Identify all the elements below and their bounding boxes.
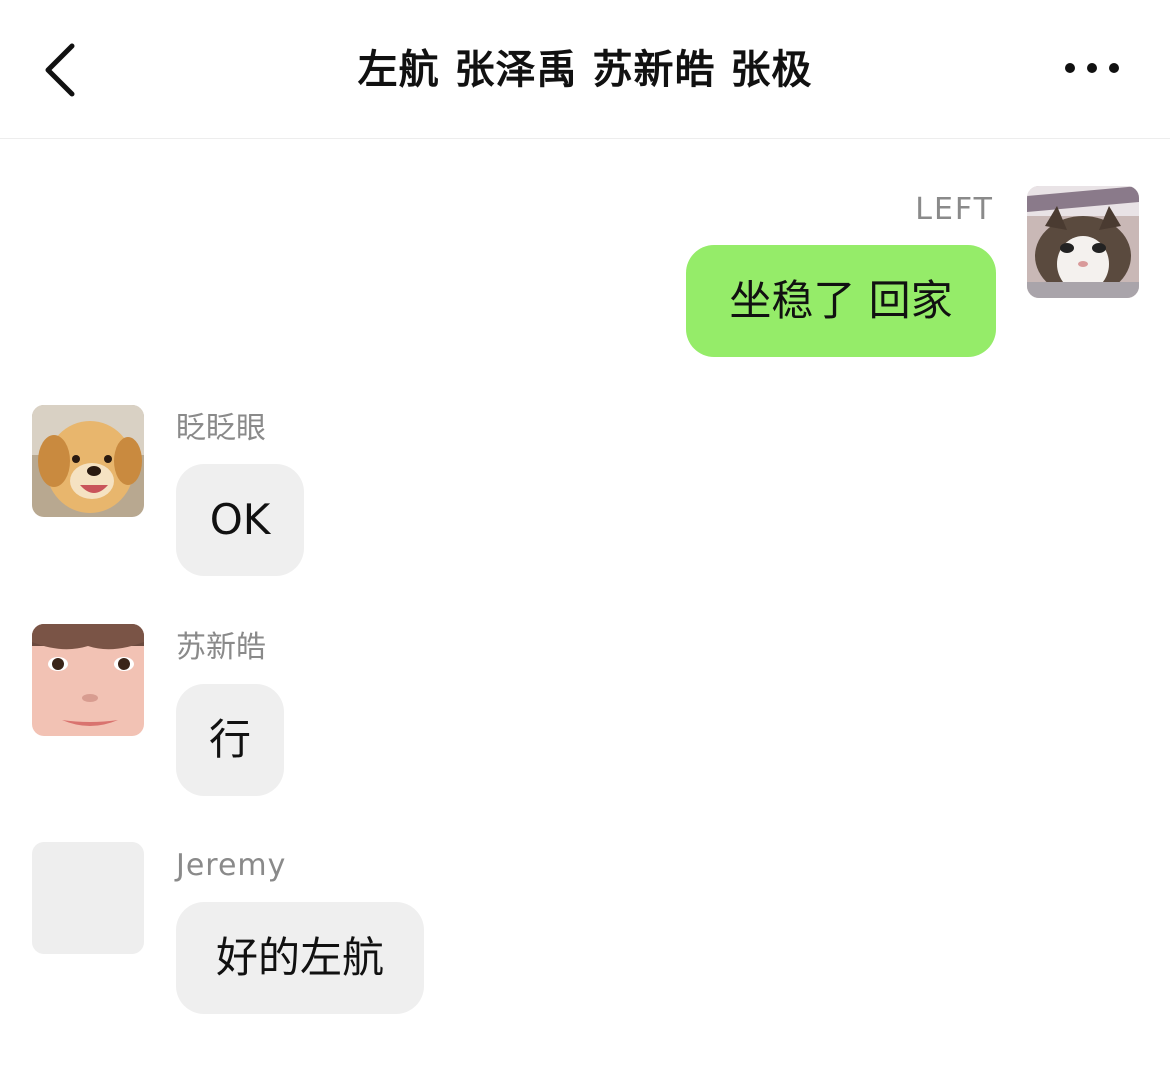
message-bubble-incoming[interactable]: 行 — [176, 684, 284, 796]
sender-name: Jeremy — [176, 848, 287, 883]
more-options-button[interactable] — [1056, 52, 1132, 84]
chat-screen: 左航 张泽禹 苏新皓 张极 LEFT 坐稳了 回家 眨眨眼 OK 苏新皓 行 J… — [0, 0, 1170, 1092]
cat-avatar[interactable] — [1027, 186, 1139, 298]
ellipsis-icon — [1065, 63, 1119, 73]
chevron-left-icon — [45, 43, 75, 97]
sender-name: LEFT — [915, 192, 994, 227]
message-bubble-outgoing[interactable]: 坐稳了 回家 — [686, 245, 996, 357]
sender-name: 眨眨眼 — [176, 411, 266, 446]
chat-title: 左航 张泽禹 苏新皓 张极 — [357, 47, 813, 93]
message-bubble-incoming[interactable]: 好的左航 — [176, 902, 424, 1014]
message-bubble-incoming[interactable]: OK — [176, 464, 304, 576]
chat-header: 左航 张泽禹 苏新皓 张极 — [0, 0, 1170, 139]
sender-name: 苏新皓 — [176, 630, 266, 665]
face-avatar[interactable] — [32, 624, 144, 736]
puppy-avatar[interactable] — [32, 405, 144, 517]
back-button[interactable] — [36, 38, 96, 102]
blank-avatar[interactable] — [32, 842, 144, 954]
